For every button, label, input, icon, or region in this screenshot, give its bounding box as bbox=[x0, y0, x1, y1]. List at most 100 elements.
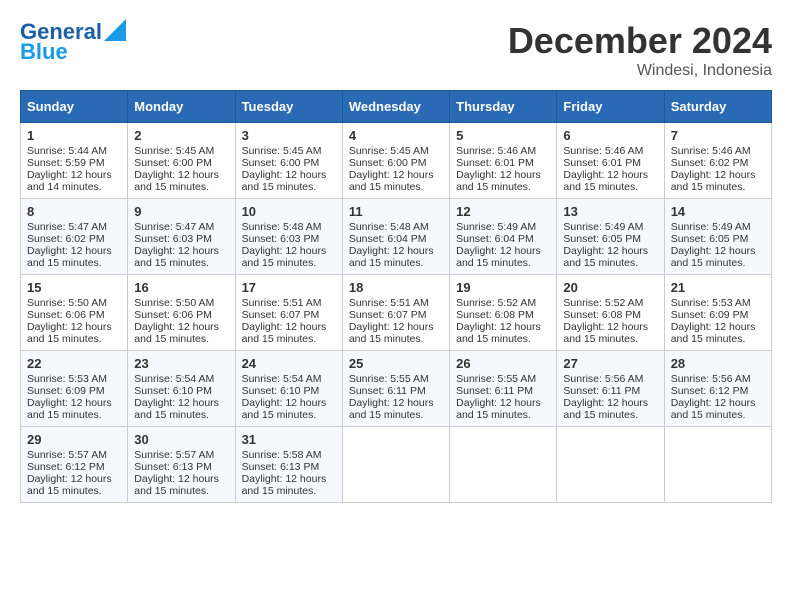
calendar-day-cell: 7 Sunrise: 5:46 AM Sunset: 6:02 PM Dayli… bbox=[664, 123, 771, 199]
sunset-label: Sunset: 6:11 PM bbox=[349, 385, 426, 397]
sunset-label: Sunset: 6:07 PM bbox=[349, 309, 427, 321]
sunset-label: Sunset: 6:02 PM bbox=[671, 157, 749, 169]
weekday-header: Thursday bbox=[450, 91, 557, 123]
sunset-label: Sunset: 6:12 PM bbox=[671, 385, 749, 397]
sunrise-label: Sunrise: 5:50 AM bbox=[134, 297, 214, 309]
daylight-label: Daylight: 12 hours and 15 minutes. bbox=[27, 397, 112, 421]
calendar-week-row: 1 Sunrise: 5:44 AM Sunset: 5:59 PM Dayli… bbox=[21, 123, 772, 199]
calendar-day-cell: 17 Sunrise: 5:51 AM Sunset: 6:07 PM Dayl… bbox=[235, 275, 342, 351]
calendar-day-cell: 10 Sunrise: 5:48 AM Sunset: 6:03 PM Dayl… bbox=[235, 199, 342, 275]
day-number: 8 bbox=[27, 204, 121, 219]
day-number: 1 bbox=[27, 128, 121, 143]
sunset-label: Sunset: 5:59 PM bbox=[27, 157, 105, 169]
calendar-week-row: 15 Sunrise: 5:50 AM Sunset: 6:06 PM Dayl… bbox=[21, 275, 772, 351]
day-number: 28 bbox=[671, 356, 765, 371]
calendar-day-cell bbox=[450, 427, 557, 503]
day-number: 17 bbox=[242, 280, 336, 295]
sunrise-label: Sunrise: 5:53 AM bbox=[27, 373, 107, 385]
day-number: 15 bbox=[27, 280, 121, 295]
daylight-label: Daylight: 12 hours and 15 minutes. bbox=[134, 321, 219, 345]
logo-blue-text: Blue bbox=[20, 40, 68, 64]
sunrise-label: Sunrise: 5:49 AM bbox=[671, 221, 751, 233]
daylight-label: Daylight: 12 hours and 15 minutes. bbox=[349, 245, 434, 269]
calendar-day-cell bbox=[342, 427, 449, 503]
daylight-label: Daylight: 12 hours and 15 minutes. bbox=[134, 473, 219, 497]
day-number: 22 bbox=[27, 356, 121, 371]
location: Windesi, Indonesia bbox=[508, 62, 772, 80]
calendar-day-cell: 29 Sunrise: 5:57 AM Sunset: 6:12 PM Dayl… bbox=[21, 427, 128, 503]
calendar-day-cell: 28 Sunrise: 5:56 AM Sunset: 6:12 PM Dayl… bbox=[664, 351, 771, 427]
day-number: 7 bbox=[671, 128, 765, 143]
calendar-day-cell: 22 Sunrise: 5:53 AM Sunset: 6:09 PM Dayl… bbox=[21, 351, 128, 427]
daylight-label: Daylight: 12 hours and 15 minutes. bbox=[456, 245, 541, 269]
daylight-label: Daylight: 12 hours and 15 minutes. bbox=[671, 245, 756, 269]
sunrise-label: Sunrise: 5:51 AM bbox=[242, 297, 322, 309]
sunrise-label: Sunrise: 5:53 AM bbox=[671, 297, 751, 309]
daylight-label: Daylight: 12 hours and 15 minutes. bbox=[242, 397, 327, 421]
sunrise-label: Sunrise: 5:56 AM bbox=[671, 373, 751, 385]
calendar-day-cell: 18 Sunrise: 5:51 AM Sunset: 6:07 PM Dayl… bbox=[342, 275, 449, 351]
calendar-day-cell: 31 Sunrise: 5:58 AM Sunset: 6:13 PM Dayl… bbox=[235, 427, 342, 503]
sunset-label: Sunset: 6:01 PM bbox=[563, 157, 641, 169]
calendar-day-cell: 21 Sunrise: 5:53 AM Sunset: 6:09 PM Dayl… bbox=[664, 275, 771, 351]
sunrise-label: Sunrise: 5:46 AM bbox=[456, 145, 536, 157]
sunset-label: Sunset: 6:10 PM bbox=[242, 385, 320, 397]
calendar-table: SundayMondayTuesdayWednesdayThursdayFrid… bbox=[20, 90, 772, 503]
sunrise-label: Sunrise: 5:55 AM bbox=[456, 373, 536, 385]
sunrise-label: Sunrise: 5:54 AM bbox=[242, 373, 322, 385]
calendar-day-cell: 11 Sunrise: 5:48 AM Sunset: 6:04 PM Dayl… bbox=[342, 199, 449, 275]
calendar-day-cell: 14 Sunrise: 5:49 AM Sunset: 6:05 PM Dayl… bbox=[664, 199, 771, 275]
day-number: 12 bbox=[456, 204, 550, 219]
day-number: 3 bbox=[242, 128, 336, 143]
sunset-label: Sunset: 6:08 PM bbox=[563, 309, 641, 321]
sunset-label: Sunset: 6:04 PM bbox=[456, 233, 534, 245]
calendar-day-cell bbox=[664, 427, 771, 503]
daylight-label: Daylight: 12 hours and 15 minutes. bbox=[134, 245, 219, 269]
title-block: December 2024 Windesi, Indonesia bbox=[508, 20, 772, 80]
sunset-label: Sunset: 6:06 PM bbox=[27, 309, 105, 321]
sunset-label: Sunset: 6:11 PM bbox=[563, 385, 640, 397]
day-number: 5 bbox=[456, 128, 550, 143]
calendar-day-cell: 15 Sunrise: 5:50 AM Sunset: 6:06 PM Dayl… bbox=[21, 275, 128, 351]
calendar-week-row: 22 Sunrise: 5:53 AM Sunset: 6:09 PM Dayl… bbox=[21, 351, 772, 427]
sunset-label: Sunset: 6:10 PM bbox=[134, 385, 212, 397]
sunrise-label: Sunrise: 5:49 AM bbox=[456, 221, 536, 233]
sunset-label: Sunset: 6:13 PM bbox=[134, 461, 212, 473]
weekday-header: Monday bbox=[128, 91, 235, 123]
sunrise-label: Sunrise: 5:54 AM bbox=[134, 373, 214, 385]
sunset-label: Sunset: 6:09 PM bbox=[671, 309, 749, 321]
daylight-label: Daylight: 12 hours and 15 minutes. bbox=[242, 321, 327, 345]
sunrise-label: Sunrise: 5:57 AM bbox=[27, 449, 107, 461]
calendar-day-cell: 4 Sunrise: 5:45 AM Sunset: 6:00 PM Dayli… bbox=[342, 123, 449, 199]
weekday-header: Tuesday bbox=[235, 91, 342, 123]
daylight-label: Daylight: 12 hours and 15 minutes. bbox=[242, 169, 327, 193]
day-number: 29 bbox=[27, 432, 121, 447]
weekday-header: Saturday bbox=[664, 91, 771, 123]
calendar-day-cell: 1 Sunrise: 5:44 AM Sunset: 5:59 PM Dayli… bbox=[21, 123, 128, 199]
calendar-day-cell: 13 Sunrise: 5:49 AM Sunset: 6:05 PM Dayl… bbox=[557, 199, 664, 275]
day-number: 6 bbox=[563, 128, 657, 143]
calendar-day-cell: 8 Sunrise: 5:47 AM Sunset: 6:02 PM Dayli… bbox=[21, 199, 128, 275]
daylight-label: Daylight: 12 hours and 15 minutes. bbox=[349, 397, 434, 421]
sunrise-label: Sunrise: 5:58 AM bbox=[242, 449, 322, 461]
logo: General Blue bbox=[20, 20, 126, 64]
calendar-day-cell: 9 Sunrise: 5:47 AM Sunset: 6:03 PM Dayli… bbox=[128, 199, 235, 275]
day-number: 4 bbox=[349, 128, 443, 143]
calendar-week-row: 8 Sunrise: 5:47 AM Sunset: 6:02 PM Dayli… bbox=[21, 199, 772, 275]
calendar-week-row: 29 Sunrise: 5:57 AM Sunset: 6:12 PM Dayl… bbox=[21, 427, 772, 503]
calendar-day-cell: 23 Sunrise: 5:54 AM Sunset: 6:10 PM Dayl… bbox=[128, 351, 235, 427]
weekday-header: Friday bbox=[557, 91, 664, 123]
sunrise-label: Sunrise: 5:45 AM bbox=[349, 145, 429, 157]
day-number: 30 bbox=[134, 432, 228, 447]
calendar-day-cell: 27 Sunrise: 5:56 AM Sunset: 6:11 PM Dayl… bbox=[557, 351, 664, 427]
daylight-label: Daylight: 12 hours and 15 minutes. bbox=[242, 245, 327, 269]
day-number: 13 bbox=[563, 204, 657, 219]
calendar-day-cell: 6 Sunrise: 5:46 AM Sunset: 6:01 PM Dayli… bbox=[557, 123, 664, 199]
daylight-label: Daylight: 12 hours and 15 minutes. bbox=[563, 321, 648, 345]
day-number: 25 bbox=[349, 356, 443, 371]
sunset-label: Sunset: 6:00 PM bbox=[349, 157, 427, 169]
day-number: 23 bbox=[134, 356, 228, 371]
daylight-label: Daylight: 12 hours and 15 minutes. bbox=[563, 169, 648, 193]
sunset-label: Sunset: 6:13 PM bbox=[242, 461, 320, 473]
calendar-day-cell bbox=[557, 427, 664, 503]
